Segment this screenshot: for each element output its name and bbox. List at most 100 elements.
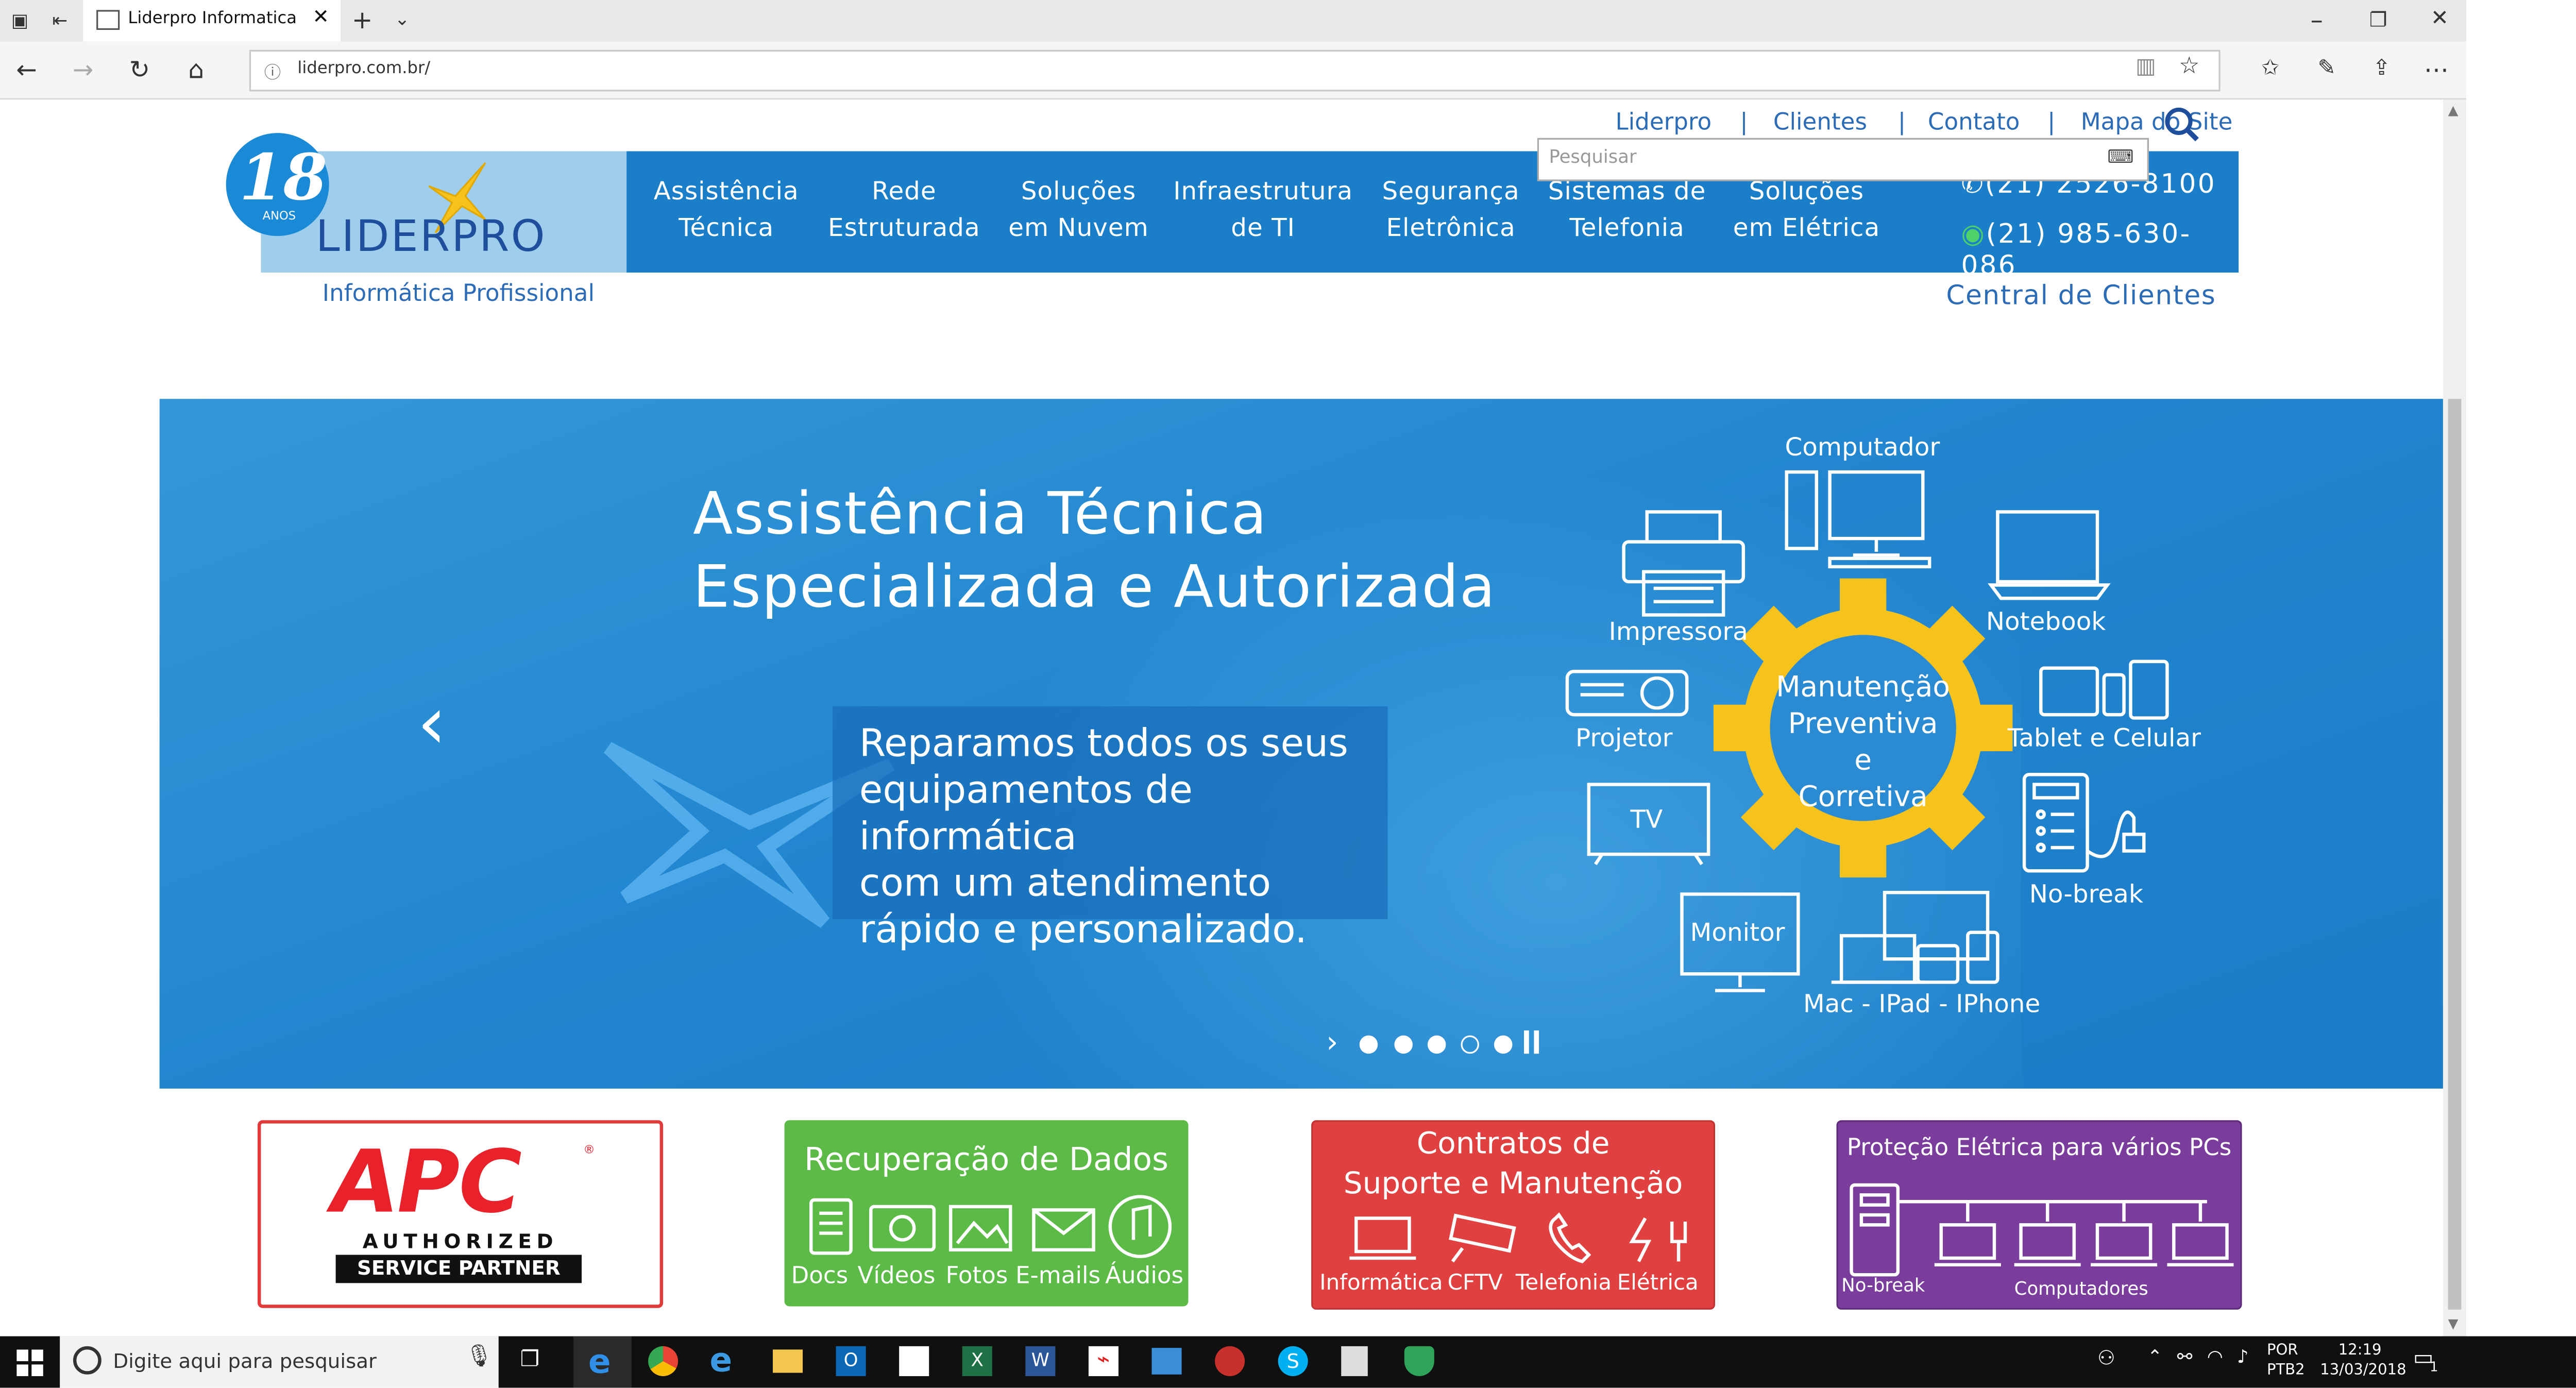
media-icons (809, 1195, 1172, 1258)
task-view-icon[interactable]: ❐ (520, 1348, 540, 1373)
scroll-down-icon[interactable]: ▼ (2448, 1316, 2459, 1331)
notification-count: 1 (2430, 1359, 2438, 1375)
forward-icon[interactable]: → (66, 53, 100, 87)
slide-dot-3[interactable] (1427, 1035, 1446, 1054)
menu-solucoes-eletrica[interactable]: Soluções em Elétrica (1720, 173, 1893, 246)
anniversary-badge: 18 ANOS (226, 133, 329, 236)
shield-app-icon[interactable] (1404, 1346, 1434, 1376)
tablet-phone-icon (2039, 659, 2169, 720)
browser-tab-bar: ▣ ⇤ Liderpro Informatica ✕ + ⌄ – ❐ ✕ (0, 0, 2467, 43)
scroll-up-icon[interactable]: ▲ (2448, 103, 2459, 118)
play-icon[interactable]: › (1326, 1025, 1338, 1060)
refresh-icon[interactable]: ↻ (123, 53, 157, 87)
antivirus-icon[interactable] (1215, 1346, 1245, 1376)
web-note-icon[interactable]: ✎ (2310, 53, 2344, 87)
restore-icon[interactable]: ❐ (2362, 3, 2395, 37)
menu-rede-estruturada[interactable]: Rede Estruturada (816, 173, 992, 246)
back-icon[interactable]: ← (10, 53, 43, 87)
windows-start-icon[interactable] (16, 1349, 43, 1376)
slider-prev-arrow[interactable]: ‹ (417, 682, 447, 767)
contratos-banner[interactable]: Contratos de Suporte e Manutenção Inform… (1311, 1120, 1716, 1310)
link-clientes[interactable]: Clientes (1773, 110, 1867, 137)
notebook-icon (1988, 510, 2111, 600)
address-bar[interactable]: ⓘ liderpro.com.br/ ▥ ☆ (249, 49, 2221, 92)
tab-manager-icon[interactable]: ▣ (7, 5, 33, 39)
protecao-banner[interactable]: Proteção Elétrica para vários PCs No-bre… (1836, 1120, 2242, 1310)
search-icon[interactable] (2164, 106, 2200, 143)
favorite-star-icon[interactable]: ☆ (2179, 53, 2200, 80)
logo-text: LIDERPRO (315, 212, 547, 263)
slide-dot-5[interactable] (1494, 1035, 1513, 1054)
show-hidden-icons[interactable]: ⌃ (2147, 1346, 2163, 1368)
service-icons (1349, 1212, 1687, 1263)
close-window-icon[interactable]: ✕ (2423, 3, 2456, 37)
excel-icon[interactable]: X (962, 1346, 992, 1376)
network-icon[interactable]: ⚯ (2177, 1346, 2193, 1368)
printer-icon (1622, 510, 1745, 617)
new-tab-icon[interactable]: + (349, 3, 376, 37)
search-input[interactable]: Pesquisar ⌨ (1537, 138, 2149, 181)
calculator-icon[interactable] (1341, 1346, 1368, 1376)
slide-dot-2[interactable] (1394, 1035, 1413, 1054)
hero-title-line1: Assistência Técnica (693, 482, 1268, 549)
projector-icon (1565, 669, 1689, 717)
close-tab-icon[interactable]: ✕ (312, 5, 329, 28)
nobreak-label: No-break (2029, 879, 2143, 909)
menu-sistemas-telefonia[interactable]: Sistemas de Telefonia (1537, 173, 1717, 246)
link-mapa-do-site[interactable]: Mapa do Site (2081, 110, 2233, 137)
people-icon[interactable]: ⚇ (2097, 1346, 2115, 1369)
clock[interactable]: 12:19 13/03/2018 (2320, 1341, 2406, 1381)
menu-solucoes-nuvem[interactable]: Soluções em Nuvem (995, 173, 1162, 246)
language-indicator[interactable]: POR PTB2 (2267, 1341, 2305, 1381)
page-scrollbar[interactable]: ▲ ▼ (2443, 99, 2467, 1336)
menu-infraestrutura-ti[interactable]: Infraestrutura de TI (1162, 173, 1365, 246)
store-icon[interactable] (899, 1346, 929, 1376)
taskbar-search-input[interactable]: Digite aqui para pesquisar 🎙 (60, 1336, 499, 1388)
word-icon[interactable]: W (1025, 1346, 1056, 1376)
outlook-icon[interactable]: O (836, 1346, 866, 1376)
address-toolbar: ← → ↻ ⌂ ⓘ liderpro.com.br/ ▥ ☆ ✩ ✎ ⇪ ⋯ (0, 41, 2467, 100)
skype-icon[interactable]: S (1278, 1346, 1308, 1376)
tab-title: Liderpro Informatica (128, 10, 297, 28)
projetor-label: Projetor (1575, 723, 1673, 753)
pause-icon[interactable] (1524, 1030, 1529, 1054)
volume-icon[interactable]: ♪ (2237, 1346, 2249, 1368)
apc-banner[interactable]: APC ® AUTHORIZED SERVICE PARTNER (257, 1120, 664, 1308)
page-icon (96, 10, 120, 30)
microphone-icon[interactable]: 🎙 (465, 1345, 493, 1369)
pdf-reader-icon[interactable]: ⌁ (1088, 1346, 1118, 1376)
set-aside-tabs-icon[interactable]: ⇤ (46, 5, 73, 39)
file-explorer-icon[interactable] (772, 1349, 803, 1373)
keyboard-icon[interactable]: ⌨ (2107, 146, 2133, 168)
windows-taskbar: Digite aqui para pesquisar 🎙 ❐ e e O X W… (0, 1336, 2576, 1388)
menu-seguranca-eletronica[interactable]: Segurança Eletrônica (1368, 173, 1534, 246)
home-icon[interactable]: ⌂ (179, 53, 213, 87)
menu-assistencia-tecnica[interactable]: Assistência Técnica (640, 173, 812, 246)
ie-icon[interactable]: e (709, 1340, 732, 1379)
computer-icon (1785, 470, 1931, 569)
chevron-down-icon[interactable]: ⌄ (389, 3, 416, 37)
gear-label: Manutenção Preventiva e Corretiva (1776, 671, 1950, 815)
browser-tab-active[interactable]: Liderpro Informatica ✕ (83, 0, 341, 42)
slide-dot-4[interactable] (1461, 1035, 1479, 1054)
whatsapp-number[interactable]: ◉(21) 985-630-086 (1961, 218, 2239, 281)
share-icon[interactable]: ⇪ (2365, 53, 2398, 87)
impressora-label: Impressora (1608, 616, 1748, 647)
taskbar-edge-active[interactable]: e (573, 1336, 632, 1388)
minimize-icon[interactable]: – (2300, 3, 2334, 37)
scroll-thumb[interactable] (2448, 399, 2462, 1310)
link-contato[interactable]: Contato (1928, 110, 2020, 137)
hero-slider: Assistência Técnica Especializada e Auto… (159, 399, 2443, 1089)
info-icon: ⓘ (264, 64, 281, 83)
wifi-icon[interactable]: ◠ (2207, 1346, 2223, 1368)
remote-desktop-icon[interactable] (1151, 1348, 1182, 1375)
hero-text-box: Reparamos todos os seus equipamentos de … (833, 706, 1388, 952)
more-icon[interactable]: ⋯ (2420, 53, 2453, 87)
slide-dot-1[interactable] (1359, 1035, 1378, 1054)
recuperacao-banner[interactable]: Recuperação de Dados Docs Vídeos Fotos E… (784, 1120, 1189, 1307)
chrome-icon[interactable] (648, 1346, 679, 1376)
link-liderpro[interactable]: Liderpro (1615, 110, 1711, 137)
central-clientes-link[interactable]: Central de Clientes (1946, 279, 2216, 311)
favorites-hub-icon[interactable]: ✩ (2253, 53, 2287, 87)
reading-view-icon[interactable]: ▥ (2136, 55, 2156, 79)
